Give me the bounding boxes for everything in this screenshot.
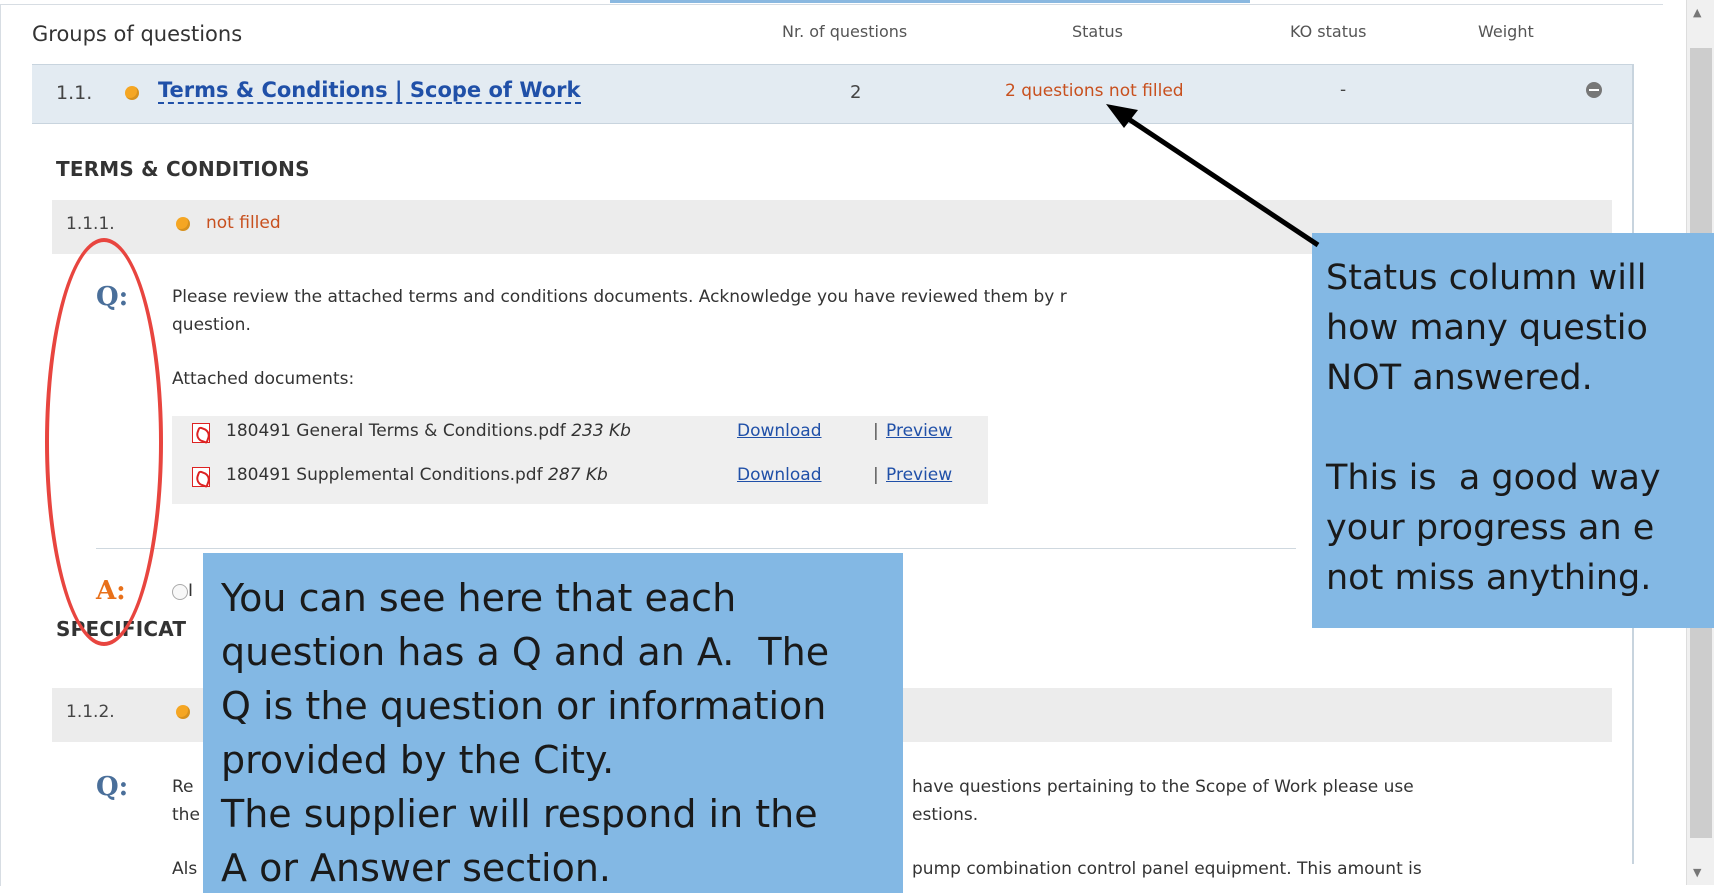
answer-radio[interactable]: [172, 584, 188, 600]
group-title-link[interactable]: Terms & Conditions | Scope of Work: [158, 78, 581, 104]
groups-header-label: Groups of questions: [32, 22, 243, 46]
question-text-fragment: Re: [172, 777, 194, 797]
link-separator: |: [873, 465, 879, 485]
answer-option-partial: I: [188, 581, 194, 601]
status-dot-icon: [176, 217, 190, 231]
collapse-icon[interactable]: [1586, 82, 1602, 98]
top-accent-strip: [610, 0, 1250, 3]
group-nr-questions: 2: [850, 82, 862, 103]
red-ellipse-annotation: [45, 238, 163, 646]
question-text-line1: Please review the attached terms and con…: [172, 287, 1067, 307]
download-link[interactable]: Download: [737, 465, 822, 485]
callout-left-text: You can see here that each question has …: [221, 576, 830, 890]
question-text-fragment: the: [172, 805, 200, 825]
group-status: 2 questions not filled: [1005, 81, 1184, 101]
question-status: not filled: [206, 213, 281, 233]
attachment-name: 180491 Supplemental Conditions.pdf 287 K…: [226, 465, 608, 485]
question-number: 1.1.1.: [66, 214, 115, 234]
group-number: 1.1.: [56, 82, 93, 104]
question-text-line2: question.: [172, 315, 251, 335]
section-title-terms: TERMS & CONDITIONS: [56, 157, 310, 181]
scroll-up-icon[interactable]: ▲: [1693, 6, 1701, 19]
question-text-fragment: estions.: [912, 805, 979, 825]
download-link[interactable]: Download: [737, 421, 822, 441]
attachment-size: 287 Kb: [548, 465, 608, 485]
status-dot-icon: [176, 705, 190, 719]
question-text-fragment: pump combination control panel equipment…: [912, 859, 1422, 879]
pdf-icon: [192, 423, 210, 443]
question-number: 1.1.2.: [66, 702, 115, 722]
callout-right-text: Status column will how many questio NOT …: [1326, 258, 1661, 598]
pdf-icon: [192, 467, 210, 487]
group-ko-status: -: [1340, 80, 1347, 100]
callout-left: You can see here that each question has …: [203, 553, 903, 893]
callout-right: Status column will how many questio NOT …: [1312, 233, 1714, 628]
scroll-down-icon[interactable]: ▼: [1693, 866, 1701, 879]
section-divider: [96, 548, 1296, 549]
attachment-size: 233 Kb: [571, 421, 631, 441]
question-text-fragment: have questions pertaining to the Scope o…: [912, 777, 1414, 797]
attached-docs-label: Attached documents:: [172, 369, 355, 389]
preview-link[interactable]: Preview: [886, 465, 952, 485]
question-text-fragment: Als: [172, 859, 198, 879]
status-dot-icon: [125, 86, 139, 100]
col-header-weight: Weight: [1478, 22, 1534, 41]
attachment-name: 180491 General Terms & Conditions.pdf 23…: [226, 421, 631, 441]
col-header-nr-questions: Nr. of questions: [782, 22, 908, 41]
col-header-status: Status: [1072, 22, 1123, 41]
link-separator: |: [873, 421, 879, 441]
preview-link[interactable]: Preview: [886, 421, 952, 441]
q-label: Q:: [96, 772, 129, 802]
col-header-ko-status: KO status: [1290, 22, 1367, 41]
